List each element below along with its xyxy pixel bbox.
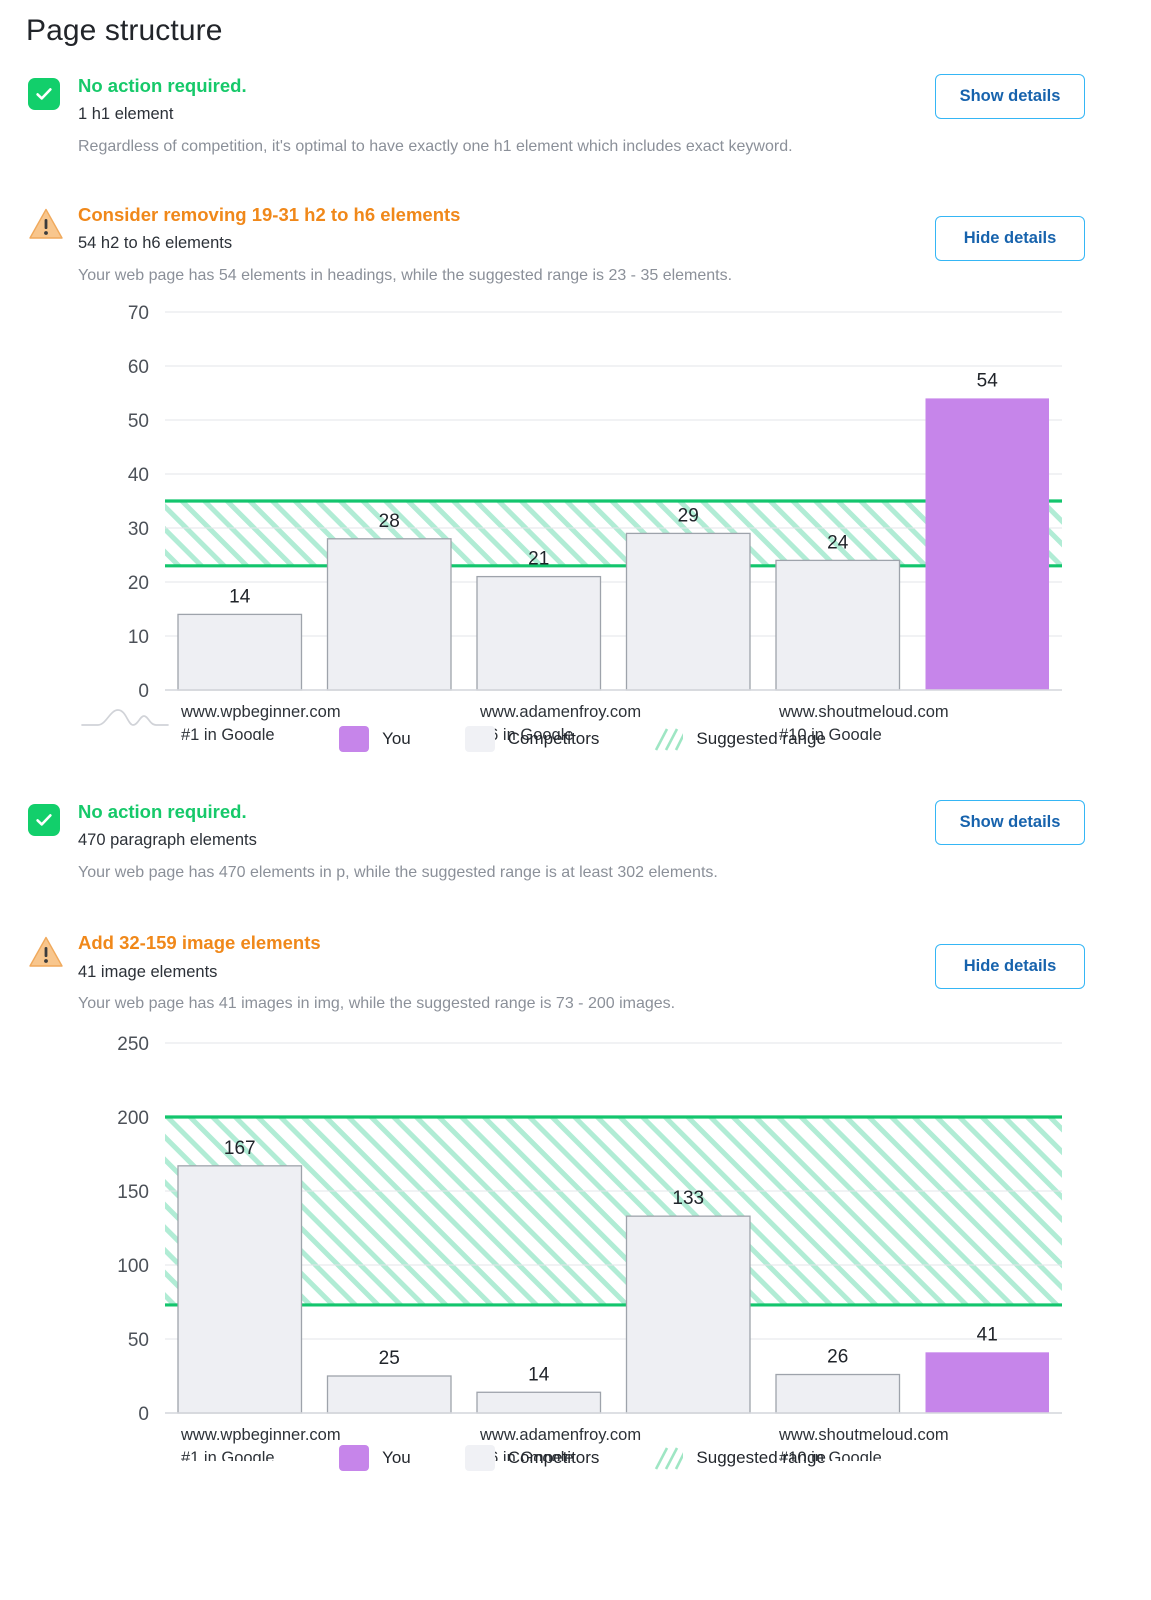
svg-text:www.shoutmeloud.com: www.shoutmeloud.com [778,1426,949,1444]
headings-chart-container: 0 10 20 30 40 50 60 70 14 28 21 29 24 54 www.wpbeginne… [0,300,1151,753]
item-headline: Add 32-159 image elements [78,932,321,954]
audit-item-headings: Consider removing 19-31 h2 to h6 element… [0,203,1151,286]
svg-text:200: 200 [117,1108,149,1129]
svg-text:www.wpbeginner.com: www.wpbeginner.com [180,1426,341,1444]
item-subline: 1 h1 element [78,105,174,124]
status-icon-wrap [28,78,64,114]
page-title: Page structure [26,14,223,47]
legend-item-you: You [339,726,411,753]
svg-text:24: 24 [827,533,849,554]
legend-swatch-suggested-range-icon [655,728,684,751]
chart-legend-images: You Competitors Suggested range [0,1444,1151,1471]
svg-text:#1 in Google: #1 in Google [181,726,275,740]
svg-text:133: 133 [672,1188,704,1209]
svg-text:www.adamenfroy.com: www.adamenfroy.com [479,703,641,721]
headings-bar-chart: 0 10 20 30 40 50 60 70 14 28 21 29 24 54 www.wpbeginne… [128,303,1062,740]
status-icon-wrap [28,207,64,243]
show-details-button-paragraphs[interactable]: Show details [935,800,1085,846]
legend-label-competitors: Competitors [507,1447,600,1467]
svg-text:20: 20 [128,573,149,594]
legend-swatch-competitors-icon [464,1444,495,1471]
item-subline: 54 h2 to h6 elements [78,234,233,253]
audit-item-images: Add 32-159 image elements 41 image eleme… [0,931,1151,1014]
check-icon [28,78,60,110]
svg-text:www.wpbeginner.com: www.wpbeginner.com [180,703,341,721]
hide-details-button-images[interactable]: Hide details [935,944,1085,990]
svg-text:70: 70 [128,303,149,324]
item-description: Your web page has 470 elements in p, whi… [78,863,718,881]
svg-text:54: 54 [977,371,999,392]
item-headline: No action required. [78,801,247,823]
legend-item-competitors: Competitors [464,1444,600,1471]
legend-item-you: You [339,1444,411,1471]
svg-text:100: 100 [117,1256,149,1277]
legend-label-you: You [382,729,411,749]
svg-text:41: 41 [977,1324,998,1345]
item-description: Your web page has 41 images in img, whil… [78,995,676,1013]
audit-item-paragraphs: No action required. 470 paragraph elemen… [0,800,1151,883]
legend-item-suggested-range: Suggested range [653,1445,826,1471]
legend-label-you: You [382,1447,411,1467]
hide-details-button-headings[interactable]: Hide details [935,216,1085,262]
legend-swatch-suggested-range-icon [655,1447,684,1470]
legend-swatch-competitors-icon [464,726,495,753]
svg-text:www.adamenfroy.com: www.adamenfroy.com [479,1426,641,1444]
legend-swatch-you-icon [339,1444,370,1471]
item-subline: 41 image elements [78,962,218,981]
sparkline-decoration-icon [81,709,169,727]
svg-text:50: 50 [128,1330,149,1351]
item-headline: Consider removing 19-31 h2 to h6 element… [78,204,461,226]
legend-item-competitors: Competitors [464,726,600,753]
chart-legend-headings: You Competitors Suggested range [0,726,1151,753]
svg-text:167: 167 [224,1137,256,1158]
status-icon-wrap [28,804,64,840]
svg-text:0: 0 [138,1404,149,1425]
status-icon-wrap [28,935,64,971]
legend-swatch-you-icon [339,726,370,753]
svg-text:30: 30 [128,519,149,540]
item-headline: No action required. [78,75,247,96]
check-icon [28,804,60,837]
legend-item-suggested-range: Suggested range [653,726,826,752]
item-subline: 470 paragraph elements [78,831,257,850]
svg-text:14: 14 [528,1364,550,1385]
svg-text:60: 60 [128,357,149,378]
warning-icon [29,937,63,968]
legend-label-suggested-range: Suggested range [696,729,826,749]
item-description: Your web page has 54 elements in heading… [78,266,733,284]
images-bar-chart: 0 50 100 150 200 250 167 25 14 133 26 41 www.wpbegin… [117,1034,1062,1461]
svg-text:150: 150 [117,1182,149,1203]
audit-item-h1: No action required. 1 h1 element Regardl… [0,74,1151,157]
svg-text:0: 0 [138,681,149,702]
svg-text:50: 50 [128,411,149,432]
svg-text:29: 29 [678,506,699,527]
images-chart-container: 0 50 100 150 200 250 167 25 14 133 26 41 www.wpbegin… [0,1021,1151,1471]
item-description: Regardless of competition, it's optimal … [78,137,793,155]
warning-icon [29,208,63,239]
svg-text:28: 28 [379,511,400,532]
svg-text:25: 25 [379,1348,400,1369]
show-details-button-h1[interactable]: Show details [935,74,1085,119]
svg-text:10: 10 [128,627,149,648]
page-structure-panel: Page structure No action required. 1 h1 … [0,0,1151,1481]
svg-text:#1 in Google: #1 in Google [181,1449,275,1461]
legend-label-suggested-range: Suggested range [696,1447,826,1467]
svg-text:21: 21 [528,549,549,570]
svg-text:14: 14 [229,587,251,608]
svg-text:250: 250 [117,1034,149,1055]
svg-text:40: 40 [128,465,149,486]
legend-label-competitors: Competitors [507,729,600,749]
svg-text:www.shoutmeloud.com: www.shoutmeloud.com [778,703,949,721]
svg-text:26: 26 [827,1346,848,1367]
